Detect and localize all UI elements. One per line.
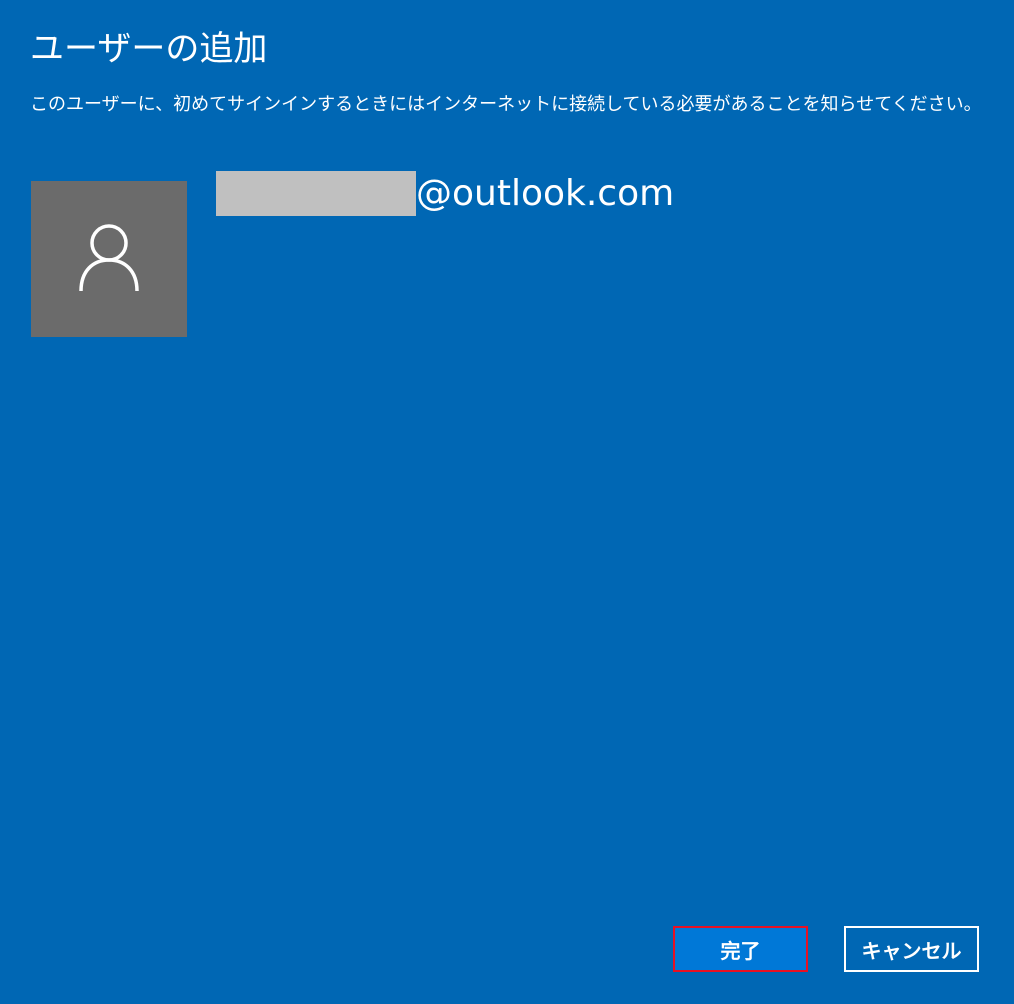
avatar (31, 181, 187, 337)
finish-button[interactable]: 完了 (673, 926, 808, 972)
redacted-email-username (216, 171, 416, 216)
dialog-title: ユーザーの追加 (30, 29, 268, 69)
email-domain: @outlook.com (416, 173, 675, 214)
cancel-button[interactable]: キャンセル (844, 926, 979, 972)
user-silhouette-icon (79, 224, 139, 292)
dialog-message: このユーザーに、初めてサインインするときにはインターネットに接続している必要があ… (30, 94, 982, 115)
